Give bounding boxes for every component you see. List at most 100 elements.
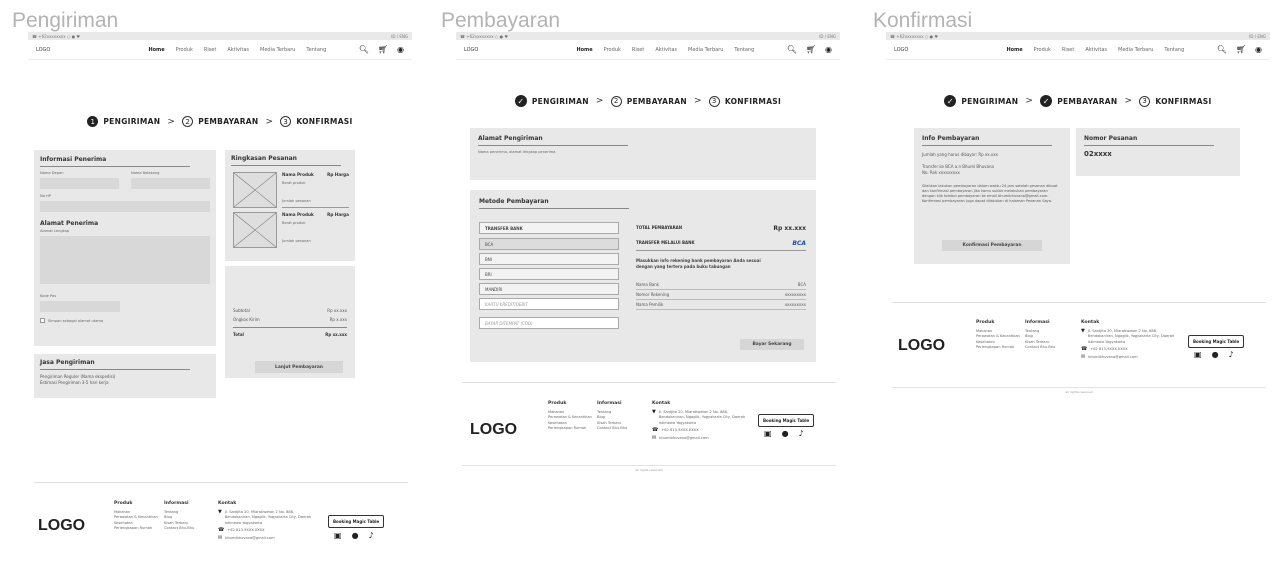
nav-logo[interactable]: LOGO	[464, 47, 544, 53]
shipping-service-title: Jasa Pengiriman	[40, 359, 95, 366]
nav-link-riset[interactable]: Riset	[204, 47, 217, 53]
footer-link[interactable]: Perawatan & Kecantikan	[976, 334, 1020, 340]
instagram-icon[interactable]: ▣	[1194, 350, 1202, 359]
full-address-input[interactable]	[40, 236, 210, 284]
account-owner-input[interactable]: xxxxxxxxx	[785, 302, 806, 307]
footer-link[interactable]: Perlengkapan Rumah	[114, 526, 158, 532]
footer-address: Jl. Sardjito 20, Mlaratiwetan 2 No. 888,…	[658, 409, 746, 425]
first-name-input[interactable]	[40, 178, 119, 189]
postal-code-input[interactable]	[40, 301, 120, 312]
nav-link-produk[interactable]: Produk	[604, 47, 621, 53]
step-2-number: 2	[610, 95, 622, 107]
nav-link-aktivitas[interactable]: Aktivitas	[1085, 47, 1107, 53]
search-icon[interactable]: 🔍︎	[1217, 45, 1227, 54]
footer-email[interactable]: bhumibhuvana@gmail.com	[659, 436, 708, 442]
cart-icon[interactable]: 🛒︎	[806, 45, 816, 54]
language-switch[interactable]: ID / ENG	[1249, 34, 1266, 39]
user-icon[interactable]: ◉	[397, 45, 404, 54]
footer-email[interactable]: bhumibhuvana@gmail.com	[225, 536, 274, 542]
payment-instructions: Silahkan lakukan pembayaran dalam waktu …	[922, 184, 1058, 203]
shipping-address-title: Alamat Pengiriman	[478, 135, 543, 142]
instagram-icon[interactable]: ▣	[764, 429, 772, 438]
nav-link-media[interactable]: Media Terbaru	[1118, 47, 1153, 53]
bca-logo: BCA	[792, 240, 806, 247]
footer-link[interactable]: Perawatan & Kecantikan	[548, 415, 592, 421]
postal-code-label: Kode Pos	[40, 294, 57, 298]
footer-kontak: Kontak ▼ Jl. Sardjito 20, Mlaratiwetan 2 …	[1081, 320, 1181, 363]
check-icon: ✓	[514, 95, 527, 107]
cart-icon[interactable]: 🛒︎	[378, 45, 388, 54]
tiktok-icon[interactable]: ♪	[369, 531, 374, 540]
nav-link-home[interactable]: Home	[576, 47, 592, 53]
method-bca[interactable]: BCA	[479, 238, 619, 250]
last-name-label: Nama Belakang	[131, 171, 160, 175]
facebook-icon[interactable]: ●	[1212, 350, 1219, 359]
top-bar-contacts: ☎ +62xxxxxxxx ○ ● ♥	[890, 33, 939, 39]
nav-logo[interactable]: LOGO	[894, 47, 974, 53]
confirm-payment-button[interactable]: Konfirmasi Pembayaran	[942, 240, 1042, 251]
nav-link-produk[interactable]: Produk	[1034, 47, 1051, 53]
search-icon[interactable]: 🔍︎	[787, 45, 797, 54]
full-address-label: Alamat Lengkap	[40, 229, 70, 233]
language-switch[interactable]: ID / ENG	[819, 34, 836, 39]
nav-link-produk[interactable]: Produk	[176, 47, 193, 53]
nav-link-tentang[interactable]: Tentang	[734, 47, 754, 53]
facebook-icon[interactable]: ●	[352, 531, 359, 540]
nav-link-riset[interactable]: Riset	[632, 47, 645, 53]
product-image-2	[233, 212, 277, 248]
method-bni[interactable]: BNI	[479, 253, 619, 265]
bank-name-label: Nama Bank	[636, 282, 660, 287]
instagram-icon[interactable]: ▣	[334, 531, 342, 540]
address-title: Alamat Penerima	[40, 220, 99, 227]
nav-link-media[interactable]: Media Terbaru	[688, 47, 723, 53]
booking-button[interactable]: Booking Magic Table	[1188, 335, 1245, 348]
save-address-checkbox[interactable]	[40, 318, 45, 323]
footer-link[interactable]: Perlengkapan Rumah	[976, 345, 1020, 351]
footer-email[interactable]: bhumibhuvana@gmail.com	[1088, 355, 1137, 361]
footer-link[interactable]: Contact Bhu.Bhu	[164, 526, 194, 532]
user-icon[interactable]: ◉	[1255, 45, 1262, 54]
footer-link[interactable]: Perlengkapan Rumah	[548, 426, 592, 432]
phone-input[interactable]	[40, 201, 210, 212]
booking-button[interactable]: Booking Magic Table	[758, 414, 815, 427]
product-qty-2: Jumlah pesanan	[282, 239, 311, 243]
nav-logo[interactable]: LOGO	[36, 47, 116, 53]
nav-link-home[interactable]: Home	[1006, 47, 1022, 53]
payment-info-panel: Info Pembayaran Jumlah yang harus dibaya…	[914, 128, 1070, 264]
account-number-input[interactable]: xxxxxxxxx	[785, 292, 806, 297]
method-cod[interactable]: BAYAR DITEMPAT (COD)	[479, 317, 619, 329]
footer-link[interactable]: Contact Bhu.Bhu	[597, 426, 627, 432]
facebook-icon[interactable]: ●	[782, 429, 789, 438]
footer-link[interactable]: Contact Bhu.Bhu	[1025, 345, 1055, 351]
user-icon[interactable]: ◉	[825, 45, 832, 54]
tiktok-icon[interactable]: ♪	[799, 429, 804, 438]
cart-icon[interactable]: 🛒︎	[1236, 45, 1246, 54]
pay-now-button[interactable]: Bayar Sekarang	[740, 339, 804, 350]
footer-link[interactable]: Perawatan & Kecantikan	[114, 515, 158, 521]
nav-link-aktivitas[interactable]: Aktivitas	[227, 47, 249, 53]
order-summary-panel: Ringkasan Pesanan Nama Produk Rp Harga B…	[225, 150, 355, 261]
last-name-input[interactable]	[131, 178, 210, 189]
search-icon[interactable]: 🔍︎	[359, 45, 369, 54]
method-bri[interactable]: BRI	[479, 268, 619, 280]
top-bar: ☎ +62xxxxxxxx ○ ● ♥ ID / ENG	[456, 32, 840, 40]
nav-link-riset[interactable]: Riset	[1062, 47, 1075, 53]
method-mandiri[interactable]: MANDIRI	[479, 283, 619, 295]
footer-address: Jl. Sardjito 20, Mlaratiwetan 2 No. 888,…	[1087, 328, 1175, 344]
nav-link-home[interactable]: Home	[148, 47, 164, 53]
nav-link-tentang[interactable]: Tentang	[306, 47, 326, 53]
shipping-estimate: Estimasi Pengiriman 3-5 hari kerja	[40, 380, 109, 385]
nav-link-media[interactable]: Media Terbaru	[260, 47, 295, 53]
mail-icon: ✉	[652, 434, 657, 441]
method-card[interactable]: KARTU KREDIT/DEBIT	[479, 298, 619, 310]
tiktok-icon[interactable]: ♪	[1229, 350, 1234, 359]
shipping-address-panel: Alamat Pengiriman Nama penerima, alamat …	[470, 128, 816, 180]
language-switch[interactable]: ID / ENG	[391, 34, 408, 39]
step-2-label: PEMBAYARAN	[198, 117, 259, 126]
nav-link-tentang[interactable]: Tentang	[1164, 47, 1184, 53]
nav-link-aktivitas[interactable]: Aktivitas	[655, 47, 677, 53]
continue-payment-button[interactable]: Lanjut Pembayaran	[255, 361, 343, 373]
booking-button[interactable]: Booking Magic Table	[328, 515, 385, 528]
method-transfer-bank[interactable]: TRANSFER BANK	[479, 222, 619, 234]
product-desc-2: Berat produk	[282, 221, 306, 225]
